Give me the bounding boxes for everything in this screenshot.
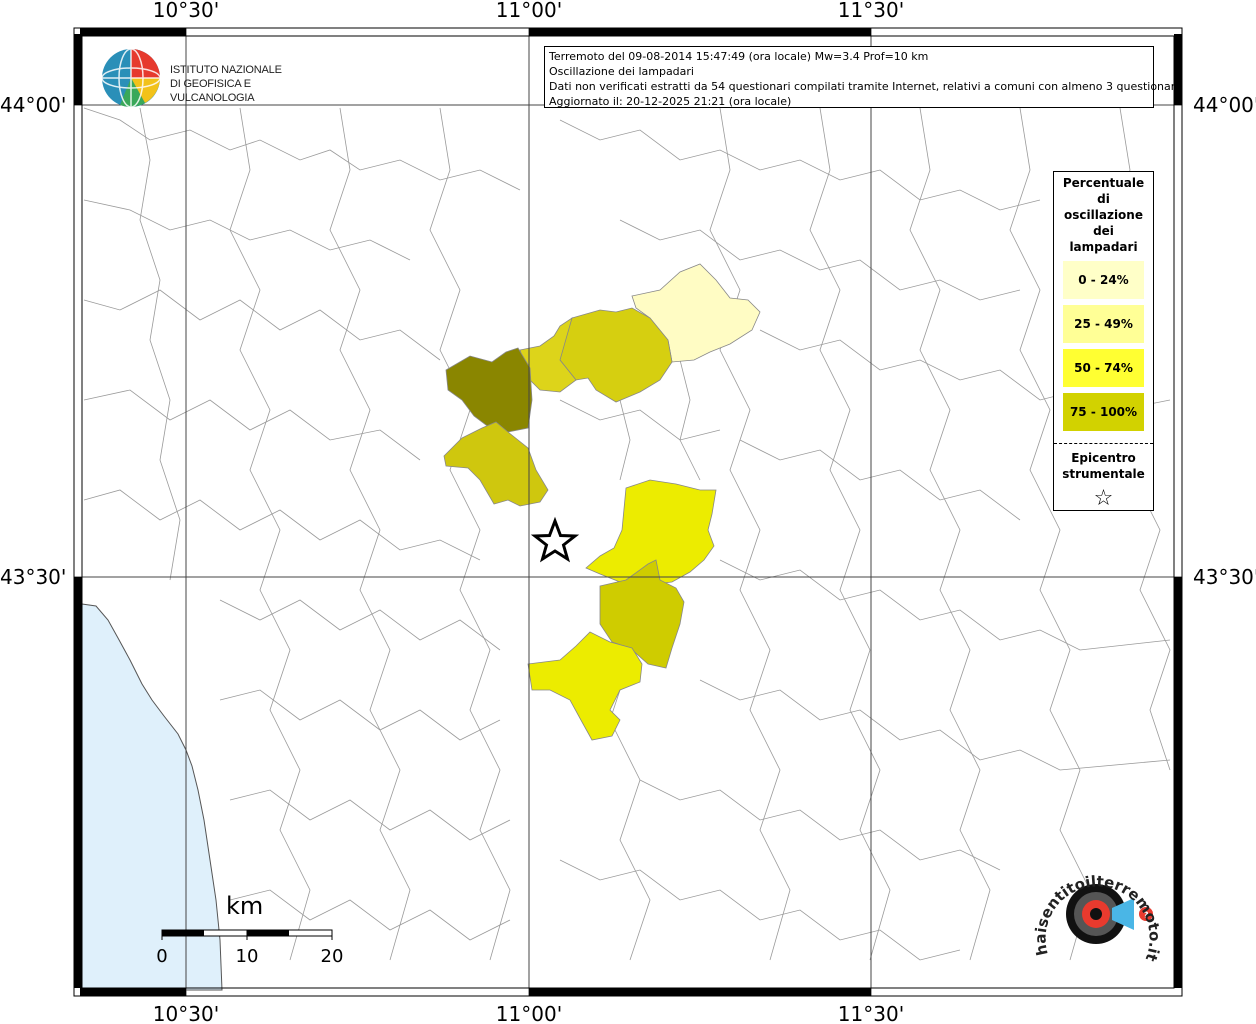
lon-bottom-label: 11°30' bbox=[838, 1002, 904, 1024]
lat-right-label: 43°30' bbox=[1193, 565, 1256, 589]
legend-epicenter-label: Epicentro strumentale bbox=[1062, 451, 1145, 481]
scale-tick-label: 20 bbox=[321, 946, 344, 967]
hsit-logo: ? haisentitoilterremoto.it bbox=[1032, 862, 1164, 980]
ingv-globe-icon bbox=[101, 48, 161, 108]
legend-item-0-24: 0 - 24% bbox=[1063, 261, 1144, 299]
lat-left-label: 44°00' bbox=[0, 93, 66, 117]
scale-unit: km bbox=[226, 892, 263, 920]
legend-item-25-49: 25 - 49% bbox=[1063, 305, 1144, 343]
legend-item-50-74: 50 - 74% bbox=[1063, 349, 1144, 387]
lon-bottom-label: 10°30' bbox=[153, 1002, 219, 1024]
map-subject: Oscillazione dei lampadari bbox=[549, 65, 694, 78]
lat-right-label: 44°00' bbox=[1193, 93, 1256, 117]
lon-top-label: 10°30' bbox=[153, 0, 219, 22]
scale-tick-label: 0 bbox=[156, 946, 167, 967]
legend-divider bbox=[1054, 443, 1153, 444]
legend-title: Percentuale di oscillazione dei lampadari bbox=[1062, 176, 1145, 254]
lon-bottom-label: 11°00' bbox=[496, 1002, 562, 1024]
update-timestamp: Aggiornato il: 20-12-2025 21:21 (ora loc… bbox=[549, 95, 792, 108]
lon-top-label: 11°30' bbox=[838, 0, 904, 22]
event-title: Terremoto del 09-08-2014 15:47:49 (ora l… bbox=[549, 50, 929, 63]
ingv-logo: ISTITUTO NAZIONALE DI GEOFISICA E VULCAN… bbox=[100, 47, 320, 109]
legend-item-75-100: 75 - 100% bbox=[1063, 393, 1144, 431]
event-info-box: Terremoto del 09-08-2014 15:47:49 (ora l… bbox=[544, 46, 1182, 108]
scale-tick-label: 10 bbox=[236, 946, 259, 967]
legend: Percentuale di oscillazione dei lampadari 0 … bbox=[1053, 171, 1154, 511]
ingv-name-line1: ISTITUTO NAZIONALE bbox=[170, 64, 282, 76]
ingv-name-line2: DI GEOFISICA E VULCANOLOGIA bbox=[170, 78, 255, 104]
lat-left-label: 43°30' bbox=[0, 565, 66, 589]
lon-top-label: 11°00' bbox=[496, 0, 562, 22]
data-note: Dati non verificati estratti da 54 quest… bbox=[549, 80, 1182, 93]
legend-star-icon: ☆ bbox=[1093, 486, 1114, 511]
